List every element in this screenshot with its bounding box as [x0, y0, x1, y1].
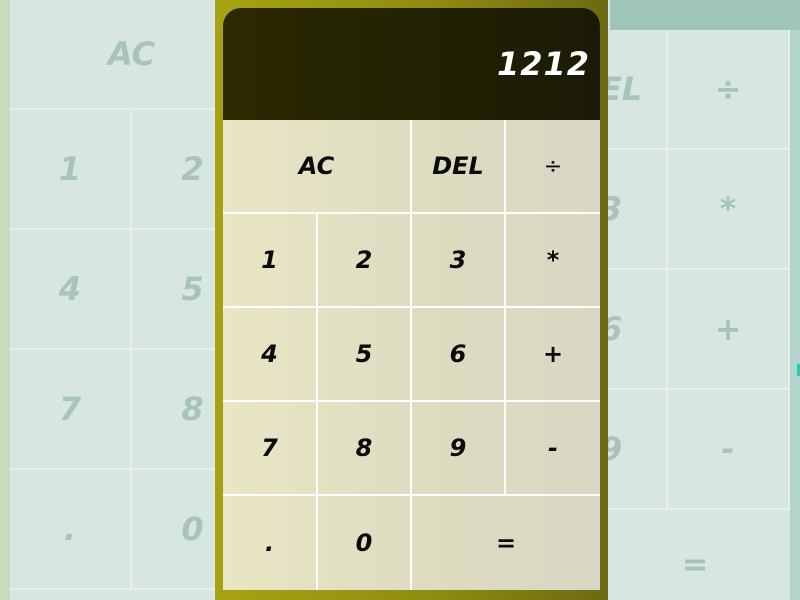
bg-key-3: 3	[600, 150, 668, 270]
equals-button[interactable]: =	[412, 496, 600, 590]
calculator: 1212 AC DEL ÷ 1 2 3 * 4 5 6 + 7 8 9 - . …	[215, 0, 608, 600]
bg-key-dot: .	[10, 470, 132, 590]
bg-key-equals: =	[600, 510, 790, 600]
divide-button[interactable]: ÷	[506, 120, 600, 214]
bg-key-6: 6	[600, 270, 668, 390]
digit-8-button[interactable]: 8	[318, 402, 412, 496]
bg-key-7: 7	[10, 350, 132, 470]
delete-button[interactable]: DEL	[412, 120, 506, 214]
add-button[interactable]: +	[506, 308, 600, 402]
subtract-button[interactable]: -	[506, 402, 600, 496]
digit-1-button[interactable]: 1	[223, 214, 318, 308]
all-clear-button[interactable]: AC	[223, 120, 412, 214]
digit-2-button[interactable]: 2	[318, 214, 412, 308]
background-calculator-strip	[610, 0, 800, 30]
digit-3-button[interactable]: 3	[412, 214, 506, 308]
decimal-point-button[interactable]: .	[223, 496, 318, 590]
bg-key-del: EL	[600, 30, 668, 150]
multiply-button[interactable]: *	[506, 214, 600, 308]
digit-6-button[interactable]: 6	[412, 308, 506, 402]
bg-key-multiply: *	[668, 150, 790, 270]
bg-key-divide: ÷	[668, 30, 790, 150]
bg-key-4: 4	[10, 230, 132, 350]
bg-key-subtract: -	[668, 390, 790, 510]
display-value: 1212	[496, 45, 590, 83]
digit-0-button[interactable]: 0	[318, 496, 412, 590]
digit-4-button[interactable]: 4	[223, 308, 318, 402]
bg-key-9: 9	[600, 390, 668, 510]
digit-7-button[interactable]: 7	[223, 402, 318, 496]
bg-key-1: 1	[10, 110, 132, 230]
digit-9-button[interactable]: 9	[412, 402, 506, 496]
keypad: AC DEL ÷ 1 2 3 * 4 5 6 + 7 8 9 - . 0 =	[223, 120, 600, 590]
digit-5-button[interactable]: 5	[318, 308, 412, 402]
calculator-display: 1212	[223, 8, 600, 120]
bg-key-add: +	[668, 270, 790, 390]
